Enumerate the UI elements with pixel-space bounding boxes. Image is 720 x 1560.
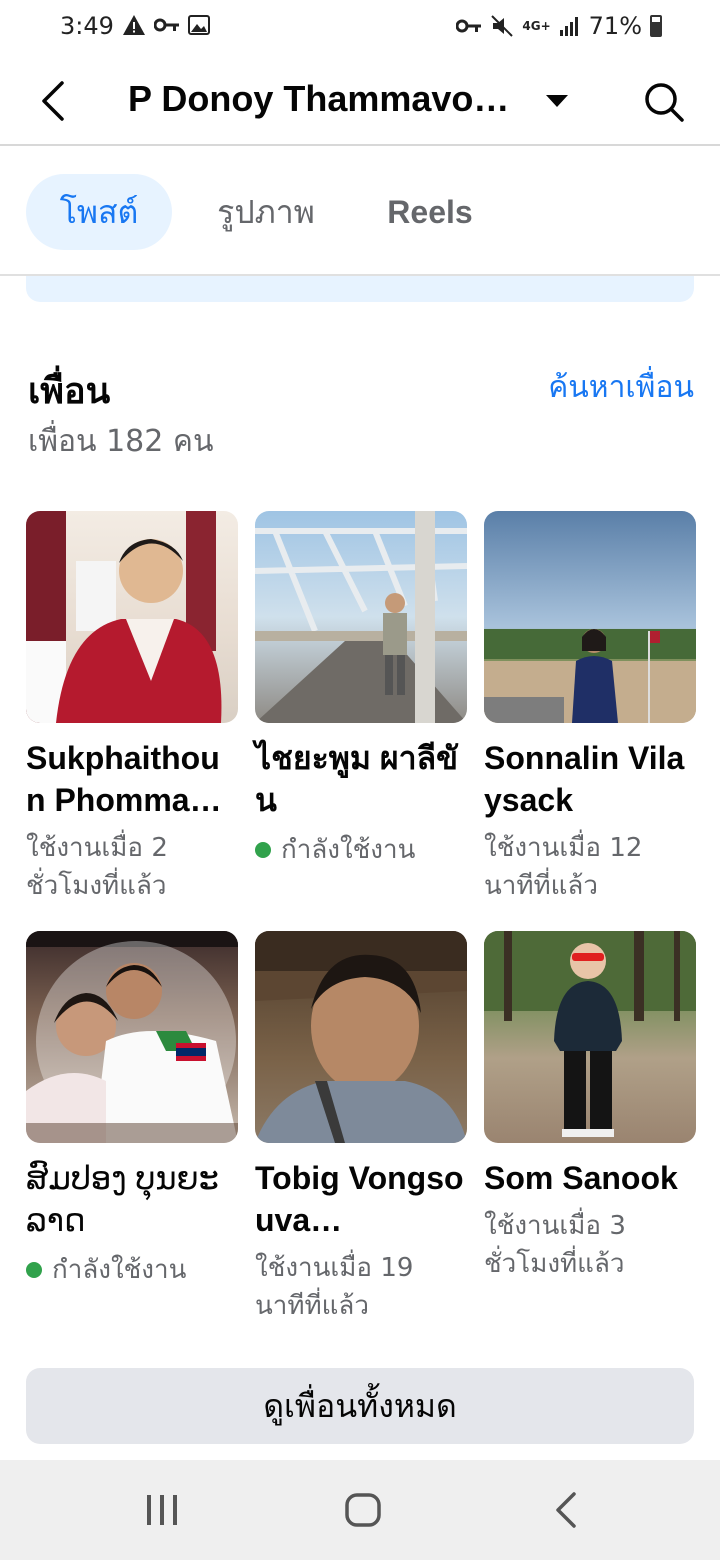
tab-photos[interactable]: รูปภาพ (196, 174, 336, 250)
friend-photo-image (484, 629, 696, 723)
online-indicator-icon (26, 1261, 42, 1278)
online-indicator-icon (255, 841, 271, 858)
status-bar: 3:49 4G+ 71% (0, 0, 720, 56)
see-all-friends-button[interactable]: ดูเพื่อนทั้งหมด (26, 1368, 694, 1444)
friend-card[interactable]: ສົມປອງ ບຸນຍະລາດ กำลังใช้งาน (26, 931, 238, 1290)
friend-name[interactable]: Tobig Vongsouva… (255, 1157, 467, 1241)
friend-card[interactable]: Sukphaithoun Phomma… ใช้งานเมื่อ 2 ชั่วโ… (26, 511, 238, 905)
caret-down-icon (546, 95, 568, 107)
status-time: 3:49 (60, 12, 114, 40)
status-right-icons: 4G+ 71% (456, 12, 662, 40)
home-icon (345, 1493, 381, 1527)
friend-photo[interactable] (484, 931, 696, 1143)
tab-reels[interactable]: Reels (370, 174, 490, 250)
friend-photo-image (255, 511, 467, 723)
recent-apps-button[interactable] (132, 1484, 192, 1536)
friend-card[interactable]: Sonnalin Vilaysack ใช้งานเมื่อ 12 นาทีที… (484, 511, 696, 905)
battery-icon (650, 15, 662, 37)
friend-photo[interactable] (484, 511, 696, 723)
profile-name-title[interactable]: P Donoy Thammavo… (128, 78, 509, 120)
friend-photo[interactable] (255, 511, 467, 723)
friends-count: เพื่อน 182 คน (28, 424, 214, 459)
profile-dropdown-button[interactable] (542, 86, 572, 116)
vpn-key-icon (456, 19, 482, 33)
friends-heading: เพื่อน (28, 371, 111, 412)
friend-name[interactable]: Sonnalin Vilaysack (484, 737, 696, 821)
friend-card[interactable]: ไชยะพูม ผาลีขัน กำลังใช้งาน (255, 511, 467, 870)
back-button[interactable] (28, 74, 78, 128)
friend-online-row: กำลังใช้งาน (255, 829, 467, 870)
friend-active-status: กำลังใช้งาน (52, 1255, 187, 1285)
home-button[interactable] (333, 1484, 393, 1536)
find-friends-link[interactable]: ค้นหาเพื่อน (548, 364, 694, 411)
search-icon (645, 83, 684, 122)
friend-photo-image (484, 931, 696, 1137)
profile-tabs: โพสต์ รูปภาพ Reels (0, 148, 720, 276)
friend-name[interactable]: ສົມປອງ ບຸນຍະລາດ (26, 1157, 238, 1241)
friend-name[interactable]: Sukphaithoun Phomma… (26, 737, 238, 821)
friend-active-status: ใช้งานเมื่อ 12 นาทีที่แล้ว (484, 833, 643, 901)
previous-card-edge (26, 276, 694, 302)
status-left-icons (122, 14, 210, 36)
profile-header: P Donoy Thammavo… (0, 56, 720, 146)
friend-photo[interactable] (26, 511, 238, 723)
friend-photo[interactable] (26, 931, 238, 1143)
friend-card[interactable]: Som Sanook ใช้งานเมื่อ 3 ชั่วโมงที่แล้ว (484, 931, 696, 1283)
system-back-button[interactable] (536, 1484, 596, 1536)
chevron-left-icon (42, 81, 64, 121)
friend-active-status: ใช้งานเมื่อ 2 ชั่วโมงที่แล้ว (26, 833, 168, 901)
key-icon (154, 18, 179, 32)
signal-icon (559, 17, 578, 36)
warning-icon (123, 15, 145, 35)
friend-photo-image (26, 931, 238, 1143)
friend-active-status: ใช้งานเมื่อ 3 ชั่วโมงที่แล้ว (484, 1211, 626, 1279)
friend-online-row: กำลังใช้งาน (26, 1249, 238, 1290)
system-nav-bar (0, 1460, 720, 1560)
image-icon (188, 15, 210, 35)
mute-icon (491, 15, 514, 37)
tab-posts[interactable]: โพสต์ (26, 174, 172, 250)
friend-active-status: กำลังใช้งาน (281, 835, 416, 865)
friend-photo-image (26, 511, 222, 723)
friend-card[interactable]: Tobig Vongsouva… ใช้งานเมื่อ 19 นาทีที่แ… (255, 931, 467, 1325)
network-type: 4G+ (522, 19, 551, 33)
back-arrow-icon (556, 1492, 576, 1528)
friend-photo[interactable] (255, 931, 467, 1143)
friend-name[interactable]: ไชยะพูม ผาลีขัน (255, 737, 467, 821)
search-button[interactable] (636, 74, 692, 130)
friend-active-status: ใช้งานเมื่อ 19 นาทีที่แล้ว (255, 1253, 414, 1321)
friend-photo-image (255, 931, 467, 1143)
battery-percent: 71% (588, 12, 642, 40)
friend-name[interactable]: Som Sanook (484, 1157, 696, 1199)
recent-apps-icon (147, 1495, 177, 1525)
